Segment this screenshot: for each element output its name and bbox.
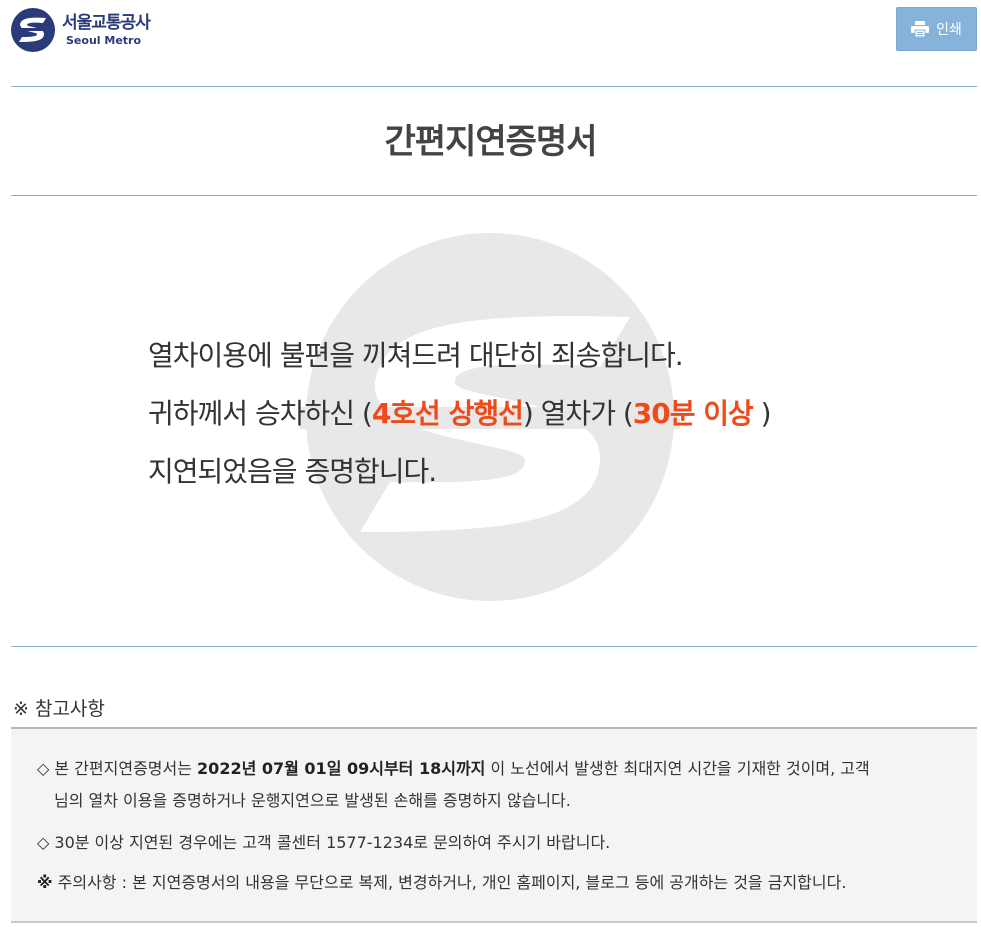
header: 서울교통공사 Seoul Metro 인쇄 xyxy=(0,0,981,86)
printer-icon xyxy=(911,21,930,37)
message-line-1: 열차이용에 불편을 끼쳐드려 대단히 죄송합니다. xyxy=(148,330,908,388)
print-button[interactable]: 인쇄 xyxy=(896,7,977,51)
note-1-prefix: ◇ 본 간편지연증명서는 xyxy=(37,759,198,778)
line2-middle: ) 열차가 ( xyxy=(522,397,634,430)
note-2-text: ◇ 30분 이상 지연된 경우에는 고객 콜센터 1577-1234로 문의하여… xyxy=(37,833,611,852)
delay-duration: 30분 이상 xyxy=(632,397,754,430)
note-3-mark: ※ xyxy=(37,873,53,892)
notes-heading: ※ 참고사항 xyxy=(13,698,105,720)
notes-box: ◇ 본 간편지연증명서는 2022년 07월 01일 09시부터 18시까지 이… xyxy=(11,727,977,923)
seoul-metro-logo-icon xyxy=(11,8,55,52)
note-1-suffix: 이 노선에서 발생한 최대지연 시간을 기재한 것이며, 고객 xyxy=(485,759,870,778)
note-2: ◇ 30분 이상 지연된 경우에는 고객 콜센터 1577-1234로 문의하여… xyxy=(37,827,957,859)
logo-english-text: Seoul Metro xyxy=(66,33,142,47)
title-divider xyxy=(11,195,977,196)
subway-line-direction: 4호선 상행선 xyxy=(371,397,524,430)
logo-korean-text: 서울교통공사 xyxy=(62,12,151,33)
note-1-period: 2022년 07월 01일 09시부터 18시까지 xyxy=(197,759,486,778)
certification-text: 지연되었음을 증명합니다. xyxy=(148,455,437,488)
certificate-message: 열차이용에 불편을 끼쳐드려 대단히 죄송합니다. 귀하께서 승차하신 (4호선… xyxy=(148,330,908,504)
message-line-2: 귀하께서 승차하신 (4호선 상행선) 열차가 (30분 이상 ) xyxy=(148,388,908,446)
note-1: ◇ 본 간편지연증명서는 2022년 07월 01일 09시부터 18시까지 이… xyxy=(37,753,957,817)
message-line-3: 지연되었음을 증명합니다. xyxy=(148,446,908,504)
seoul-metro-logo[interactable]: 서울교통공사 Seoul Metro xyxy=(10,7,180,53)
print-button-label: 인쇄 xyxy=(936,22,962,38)
certificate-title: 간편지연증명서 xyxy=(384,122,598,162)
note-1-continuation: 님의 열차 이용을 증명하거나 운행지연으로 발생된 손해를 증명하지 않습니다… xyxy=(54,791,571,810)
header-divider xyxy=(11,86,977,87)
note-3-text: 주의사항 : 본 지연증명서의 내용을 무단으로 복제, 변경하거나, 개인 홈… xyxy=(52,873,847,892)
apology-text: 열차이용에 불편을 끼쳐드려 대단히 죄송합니다. xyxy=(148,339,684,372)
line2-prefix: 귀하께서 승차하신 ( xyxy=(148,397,373,430)
note-3: ※ 주의사항 : 본 지연증명서의 내용을 무단으로 복제, 변경하거나, 개인… xyxy=(37,867,957,899)
message-divider xyxy=(11,646,977,647)
line2-suffix: ) xyxy=(752,397,772,430)
